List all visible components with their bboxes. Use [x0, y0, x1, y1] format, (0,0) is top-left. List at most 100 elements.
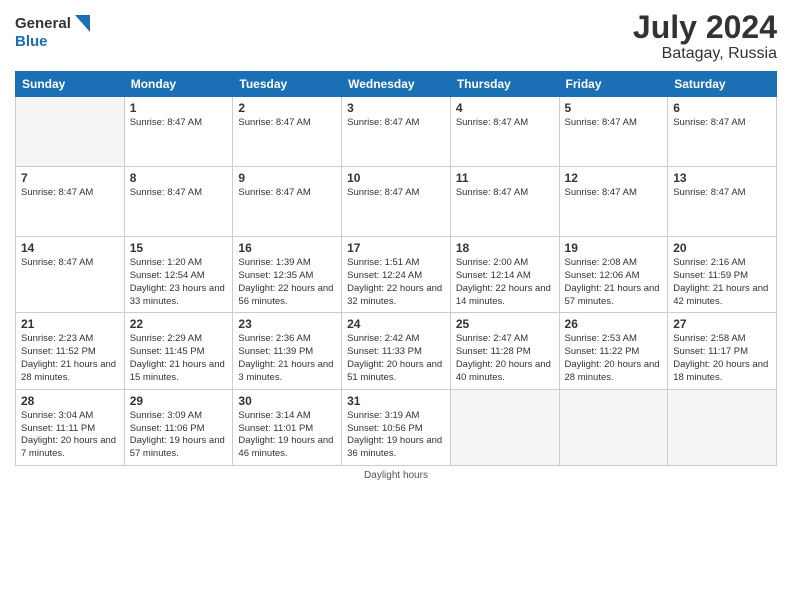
day-number: 27 [673, 317, 771, 331]
day-info: Sunrise: 2:58 AM Sunset: 11:17 PM Daylig… [673, 333, 771, 384]
title-block: July 2024 Batagay, Russia [633, 10, 777, 63]
day-number: 24 [347, 317, 445, 331]
day-number: 29 [130, 394, 228, 408]
svg-text:General: General [15, 15, 71, 32]
calendar-cell: 5Sunrise: 8:47 AM [559, 97, 668, 167]
day-info: Sunrise: 8:47 AM [347, 187, 445, 200]
day-info: Sunrise: 8:47 AM [238, 187, 336, 200]
calendar-cell: 20Sunrise: 2:16 AM Sunset: 11:59 PM Dayl… [668, 237, 777, 313]
day-number: 14 [21, 241, 119, 255]
day-number: 9 [238, 171, 336, 185]
day-number: 4 [456, 101, 554, 115]
calendar-cell: 16Sunrise: 1:39 AM Sunset: 12:35 AM Dayl… [233, 237, 342, 313]
day-info: Sunrise: 1:51 AM Sunset: 12:24 AM Daylig… [347, 257, 445, 308]
day-info: Sunrise: 2:36 AM Sunset: 11:39 PM Daylig… [238, 333, 336, 384]
day-info: Sunrise: 8:47 AM [673, 187, 771, 200]
day-info: Sunrise: 2:47 AM Sunset: 11:28 PM Daylig… [456, 333, 554, 384]
calendar-cell: 26Sunrise: 2:53 AM Sunset: 11:22 PM Dayl… [559, 313, 668, 389]
day-number: 19 [565, 241, 663, 255]
day-info: Sunrise: 8:47 AM [130, 117, 228, 130]
day-number: 26 [565, 317, 663, 331]
day-info: Sunrise: 2:29 AM Sunset: 11:45 PM Daylig… [130, 333, 228, 384]
day-info: Sunrise: 8:47 AM [673, 117, 771, 130]
col-tuesday: Tuesday [233, 72, 342, 97]
day-number: 23 [238, 317, 336, 331]
day-info: Sunrise: 8:47 AM [456, 187, 554, 200]
day-number: 28 [21, 394, 119, 408]
col-wednesday: Wednesday [342, 72, 451, 97]
week-row-1: 1Sunrise: 8:47 AM2Sunrise: 8:47 AM3Sunri… [16, 97, 777, 167]
day-info: Sunrise: 8:47 AM [347, 117, 445, 130]
calendar-header-row: Sunday Monday Tuesday Wednesday Thursday… [16, 72, 777, 97]
week-row-4: 21 Sunrise: 2:23 AM Sunset: 11:52 PM Dayl… [16, 313, 777, 389]
day-info: Sunrise: 8:47 AM [21, 187, 119, 200]
calendar-cell [16, 97, 125, 167]
day-info: Sunrise: 1:20 AM Sunset: 12:54 AM Daylig… [130, 257, 228, 308]
col-sunday: Sunday [16, 72, 125, 97]
day-number: 30 [238, 394, 336, 408]
day-number: 22 [130, 317, 228, 331]
calendar-cell: 19 Sunrise: 2:08 AM Sunset: 12:06 AM Dayl… [559, 237, 668, 313]
col-friday: Friday [559, 72, 668, 97]
calendar-cell: 22 Sunrise: 2:29 AM Sunset: 11:45 PM Dayl… [124, 313, 233, 389]
day-number: 21 [21, 317, 119, 331]
day-info: Sunrise: 2:16 AM Sunset: 11:59 PM Daylig… [673, 257, 771, 308]
day-info: Sunrise: 8:47 AM [130, 187, 228, 200]
calendar-cell: 9 Sunrise: 8:47 AM [233, 167, 342, 237]
day-info: Sunrise: 2:08 AM Sunset: 12:06 AM Daylig… [565, 257, 663, 308]
day-info: Sunrise: 8:47 AM [238, 117, 336, 130]
calendar-cell: 18 Sunrise: 2:00 AM Sunset: 12:14 AM Dayl… [450, 237, 559, 313]
calendar-cell: 29 Sunrise: 3:09 AM Sunset: 11:06 PM Dayl… [124, 389, 233, 465]
footer-note: Daylight hours [15, 470, 777, 481]
calendar-cell: 13 Sunrise: 8:47 AM [668, 167, 777, 237]
day-info: Sunrise: 2:42 AM Sunset: 11:33 PM Daylig… [347, 333, 445, 384]
calendar-cell: 17 Sunrise: 1:51 AM Sunset: 12:24 AM Dayl… [342, 237, 451, 313]
calendar-cell: 2Sunrise: 8:47 AM [233, 97, 342, 167]
week-row-3: 14 Sunrise: 8:47 AM 15 Sunrise: 1:20 AM Sun… [16, 237, 777, 313]
day-info: Sunrise: 8:47 AM [21, 257, 119, 270]
calendar-cell: 25 Sunrise: 2:47 AM Sunset: 11:28 PM Dayl… [450, 313, 559, 389]
day-number: 17 [347, 241, 445, 255]
logo: GeneralBlue [15, 10, 95, 50]
calendar-cell [668, 389, 777, 465]
day-number: 13 [673, 171, 771, 185]
day-number: 11 [456, 171, 554, 185]
day-info: Sunrise: 8:47 AM [565, 117, 663, 130]
day-info: Sunrise: 2:00 AM Sunset: 12:14 AM Daylig… [456, 257, 554, 308]
calendar-cell: 23 Sunrise: 2:36 AM Sunset: 11:39 PM Dayl… [233, 313, 342, 389]
col-saturday: Saturday [668, 72, 777, 97]
location: Batagay, Russia [633, 45, 777, 63]
calendar-cell [450, 389, 559, 465]
calendar-cell: 27 Sunrise: 2:58 AM Sunset: 11:17 PM Dayl… [668, 313, 777, 389]
day-number: 1 [130, 101, 228, 115]
calendar-cell [559, 389, 668, 465]
day-info: Sunrise: 3:19 AM Sunset: 10:56 PM Daylig… [347, 410, 445, 461]
calendar-cell: 28 Sunrise: 3:04 AM Sunset: 11:11 PM Dayl… [16, 389, 125, 465]
day-info: Sunrise: 2:23 AM Sunset: 11:52 PM Daylig… [21, 333, 119, 384]
calendar-cell: 31Sunrise: 3:19 AM Sunset: 10:56 PM Dayl… [342, 389, 451, 465]
day-number: 6 [673, 101, 771, 115]
calendar-cell: 11 Sunrise: 8:47 AM [450, 167, 559, 237]
calendar-cell: 15 Sunrise: 1:20 AM Sunset: 12:54 AM Dayl… [124, 237, 233, 313]
logo-icon: GeneralBlue [15, 10, 95, 50]
page-header: GeneralBlue July 2024 Batagay, Russia [15, 10, 777, 63]
calendar-cell: 4 Sunrise: 8:47 AM [450, 97, 559, 167]
day-info: Sunrise: 3:09 AM Sunset: 11:06 PM Daylig… [130, 410, 228, 461]
calendar-cell: 30 Sunrise: 3:14 AM Sunset: 11:01 PM Dayl… [233, 389, 342, 465]
day-info: Sunrise: 3:04 AM Sunset: 11:11 PM Daylig… [21, 410, 119, 461]
calendar-table: Sunday Monday Tuesday Wednesday Thursday… [15, 71, 777, 466]
week-row-5: 28 Sunrise: 3:04 AM Sunset: 11:11 PM Dayl… [16, 389, 777, 465]
day-number: 18 [456, 241, 554, 255]
calendar-cell: 3Sunrise: 8:47 AM [342, 97, 451, 167]
day-number: 25 [456, 317, 554, 331]
day-info: Sunrise: 8:47 AM [456, 117, 554, 130]
col-thursday: Thursday [450, 72, 559, 97]
week-row-2: 7Sunrise: 8:47 AM8Sunrise: 8:47 AM9Sunri… [16, 167, 777, 237]
calendar-cell: 7 Sunrise: 8:47 AM [16, 167, 125, 237]
day-number: 7 [21, 171, 119, 185]
day-number: 15 [130, 241, 228, 255]
svg-text:Blue: Blue [15, 33, 48, 50]
calendar-cell: 1 Sunrise: 8:47 AM [124, 97, 233, 167]
calendar-cell: 12Sunrise: 8:47 AM [559, 167, 668, 237]
day-info: Sunrise: 3:14 AM Sunset: 11:01 PM Daylig… [238, 410, 336, 461]
